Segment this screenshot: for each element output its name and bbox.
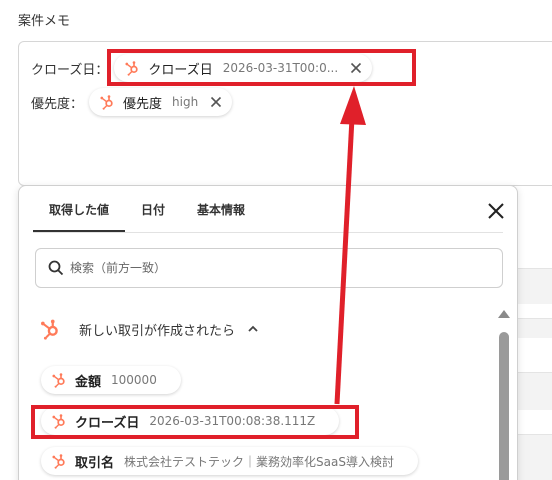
tab-bar: 取得した値 日付 基本情報 [33, 186, 261, 233]
memo-line-priority: 優先度： 優先度 high [31, 88, 233, 116]
scrollbar-thumb[interactable] [499, 332, 509, 480]
tab-basic-info[interactable]: 基本情報 [181, 186, 261, 232]
output-name: 取引名 [75, 455, 115, 471]
search-icon [48, 260, 64, 276]
highlight-box-output-item [31, 405, 359, 439]
chevron-up-icon[interactable] [247, 323, 259, 335]
tab-fetched-values[interactable]: 取得した値 [33, 186, 126, 233]
chip-value: high [172, 95, 199, 109]
highlight-box-memo-chip [107, 49, 416, 86]
search-input[interactable] [70, 261, 470, 275]
output-name: 金額 [75, 374, 102, 390]
field-title: 案件メモ [18, 14, 71, 29]
trigger-section-header[interactable]: 新しい取引が作成されたら [39, 318, 259, 340]
output-value: 100000 [111, 373, 157, 387]
background-panel [518, 0, 552, 480]
hubspot-icon [39, 318, 61, 340]
output-value: 株式会社テストテック｜業務効率化SaaS導入検討 [124, 454, 394, 469]
scroll-up-arrow-icon[interactable] [497, 308, 511, 320]
variable-chip-priority[interactable]: 優先度 high [89, 88, 233, 116]
hubspot-icon [51, 372, 67, 388]
output-item-amount[interactable]: 金額 100000 [41, 366, 181, 394]
chip-name: 優先度 [123, 96, 163, 112]
hubspot-icon [51, 453, 67, 469]
tab-date[interactable]: 日付 [125, 186, 181, 232]
remove-chip-icon[interactable] [210, 96, 222, 108]
output-item-deal-name[interactable]: 取引名 株式会社テストテック｜業務効率化SaaS導入検討 [41, 447, 418, 475]
section-title: 新しい取引が作成されたら [79, 323, 236, 339]
tab-divider [33, 232, 503, 233]
background-band [518, 434, 552, 480]
memo-label-priority: 優先度： [31, 96, 84, 112]
search-field[interactable] [35, 248, 503, 288]
background-band [518, 372, 552, 410]
memo-label-close-date: クローズ日： [31, 62, 109, 78]
background-band [518, 268, 552, 304]
background-band [518, 318, 552, 338]
hubspot-icon [99, 94, 115, 110]
close-icon[interactable] [487, 202, 505, 220]
